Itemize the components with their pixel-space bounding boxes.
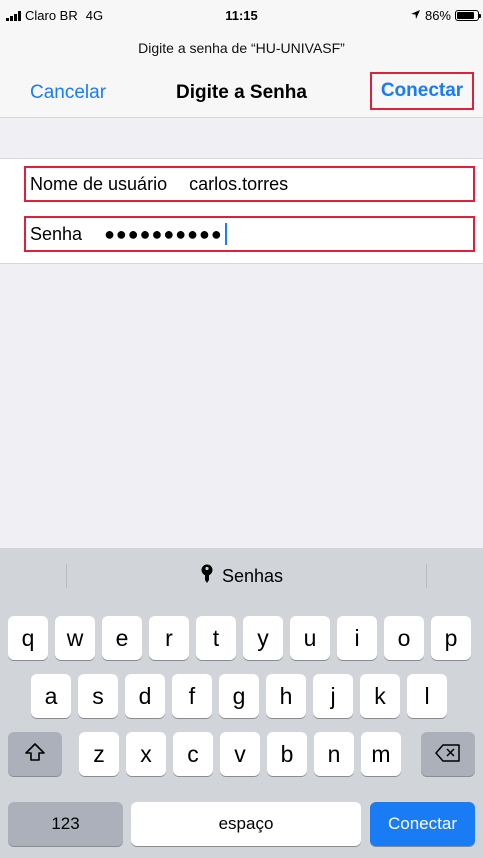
backspace-icon (435, 741, 461, 768)
password-field[interactable]: Senha ●●●●●●●●●● (24, 216, 475, 252)
key-n[interactable]: n (314, 732, 354, 776)
key-g[interactable]: g (219, 674, 259, 718)
passwords-label: Senhas (221, 565, 284, 586)
connect-key[interactable]: Conectar (370, 802, 475, 846)
username-value: carlos.torres (189, 173, 289, 194)
shift-icon (24, 741, 46, 768)
connect-button[interactable]: Conectar (370, 72, 474, 110)
credentials-form: Nome de usuário carlos.torres Senha ●●●●… (0, 158, 483, 264)
keyboard: Senhas qwertyuiop asdfghjkl zxcvbnm 123 … (0, 548, 483, 858)
password-prompt: Digite a senha de “HU-UNIVASF” (138, 40, 345, 56)
key-d[interactable]: d (125, 674, 165, 718)
text-caret (224, 223, 227, 245)
key-c[interactable]: c (173, 732, 213, 776)
key-s[interactable]: s (78, 674, 118, 718)
key-icon (200, 564, 214, 589)
key-u[interactable]: u (290, 616, 330, 660)
password-suggestion-bar: Senhas (0, 548, 483, 604)
key-r[interactable]: r (149, 616, 189, 660)
key-z[interactable]: z (79, 732, 119, 776)
space-key[interactable]: espaço (131, 802, 361, 846)
location-arrow-icon (410, 8, 421, 23)
key-l[interactable]: l (407, 674, 447, 718)
username-label: Nome de usuário (30, 173, 168, 194)
status-right: 86% (410, 8, 481, 23)
key-y[interactable]: y (243, 616, 283, 660)
key-v[interactable]: v (220, 732, 260, 776)
key-e[interactable]: e (102, 616, 142, 660)
battery-icon (455, 10, 481, 21)
key-k[interactable]: k (360, 674, 400, 718)
key-i[interactable]: i (337, 616, 377, 660)
navigation-bar: Digite a senha de “HU-UNIVASF” Cancelar … (0, 30, 483, 118)
suggestion-divider (426, 564, 427, 588)
numbers-key[interactable]: 123 (8, 802, 123, 846)
key-w[interactable]: w (55, 616, 95, 660)
key-f[interactable]: f (172, 674, 212, 718)
key-q[interactable]: q (8, 616, 48, 660)
key-a[interactable]: a (31, 674, 71, 718)
key-b[interactable]: b (267, 732, 307, 776)
suggestion-divider (66, 564, 67, 588)
battery-percent: 86% (424, 8, 451, 23)
key-m[interactable]: m (361, 732, 401, 776)
key-p[interactable]: p (431, 616, 471, 660)
key-o[interactable]: o (384, 616, 424, 660)
key-h[interactable]: h (266, 674, 306, 718)
password-label: Senha (30, 223, 83, 244)
key-x[interactable]: x (126, 732, 166, 776)
backspace-key[interactable] (421, 732, 475, 776)
username-field[interactable]: Nome de usuário carlos.torres (24, 166, 475, 202)
key-j[interactable]: j (313, 674, 353, 718)
passwords-suggestion[interactable]: Senhas (200, 564, 283, 589)
password-value: ●●●●●●●●●● (104, 223, 223, 244)
shift-key[interactable] (8, 732, 62, 776)
status-bar: Claro BR 4G 11:15 86% (0, 0, 483, 30)
key-t[interactable]: t (196, 616, 236, 660)
